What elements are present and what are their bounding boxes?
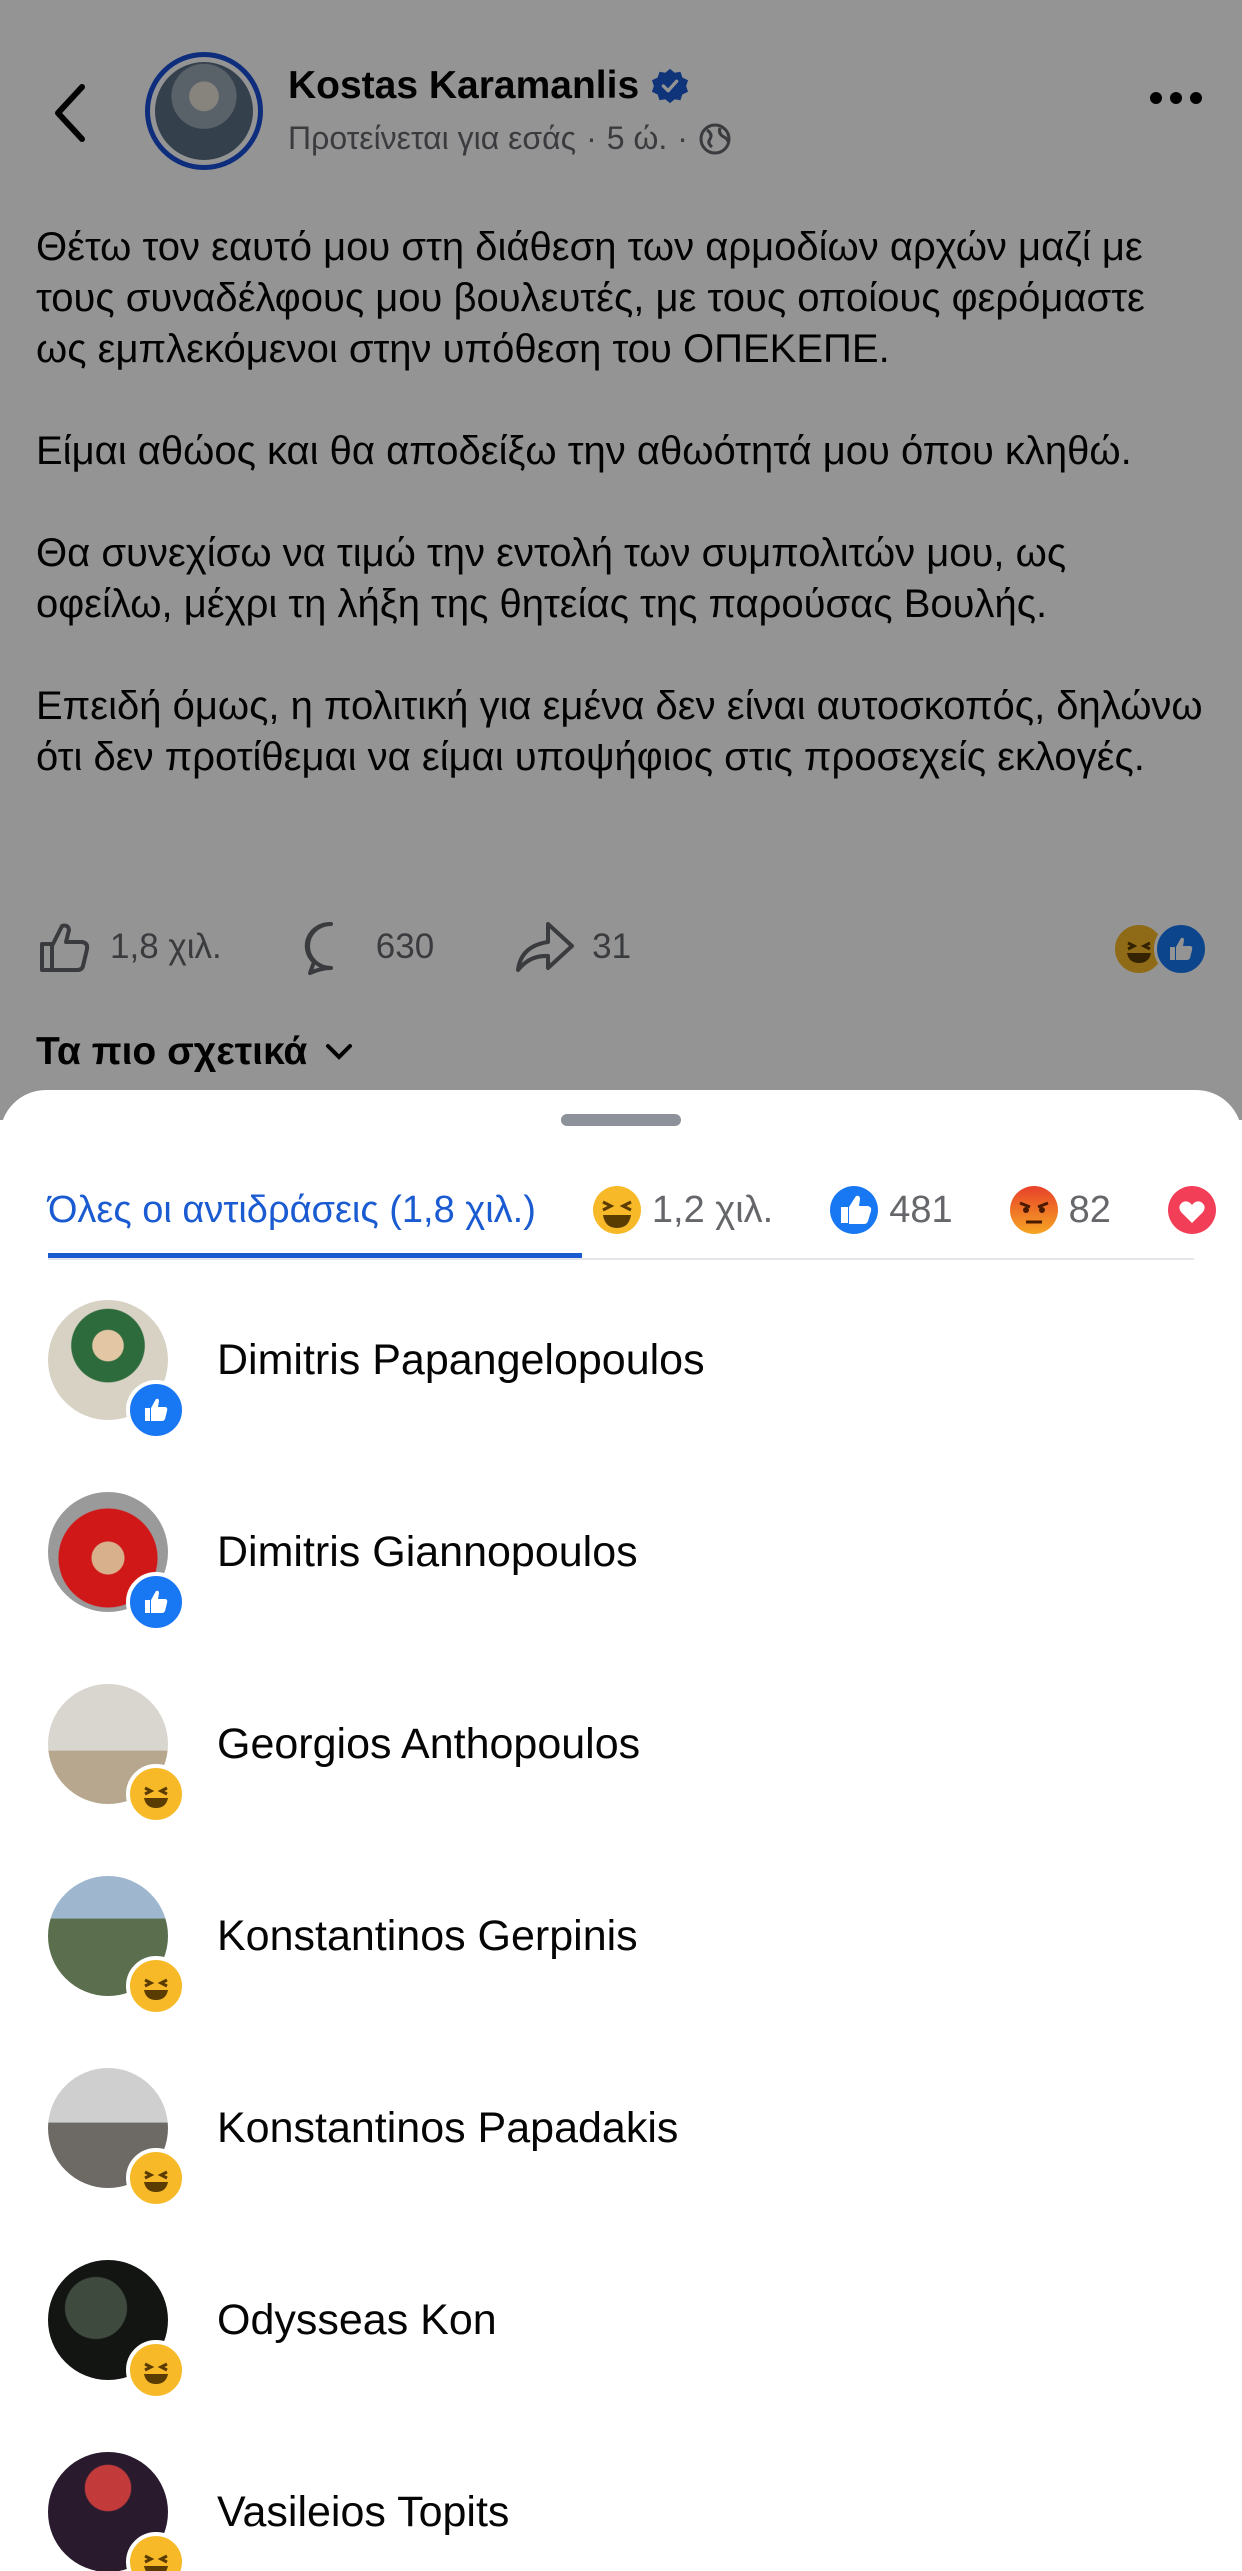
reactor-name[interactable]: Georgios Anthopoulos xyxy=(217,1720,640,1769)
dim-overlay[interactable] xyxy=(0,0,1242,1120)
haha-badge-icon xyxy=(126,2340,186,2400)
tab-label: 82 xyxy=(1068,1188,1111,1231)
reactor-name[interactable]: Dimitris Giannopoulos xyxy=(217,1528,638,1577)
reactions-sheet: Όλες οι αντιδράσεις (1,8 χιλ.) 1,2 χιλ. … xyxy=(0,1090,1242,2571)
tab-angry[interactable]: 82 xyxy=(1009,1170,1111,1250)
reactor-name[interactable]: Konstantinos Papadakis xyxy=(217,2104,678,2153)
tab-haha[interactable]: 1,2 χιλ. xyxy=(592,1170,773,1250)
post: Kostas Karamanlis Προτείνεται για εσάς ·… xyxy=(0,0,1242,1120)
list-item[interactable]: Vasileios Topits xyxy=(0,2452,1242,2571)
tabs-divider xyxy=(48,1258,1194,1260)
reactor-name[interactable]: Dimitris Papangelopoulos xyxy=(217,1336,705,1385)
reactors-list: Dimitris Papangelopoulos Dimitris Gianno… xyxy=(0,1300,1242,2571)
list-item[interactable]: Dimitris Papangelopoulos xyxy=(0,1300,1242,1492)
list-item[interactable]: Konstantinos Papadakis xyxy=(0,2068,1242,2260)
tab-label: Όλες οι αντιδράσεις (1,8 χιλ.) xyxy=(48,1188,536,1231)
like-emoji-icon xyxy=(830,1186,879,1234)
reactor-name[interactable]: Konstantinos Gerpinis xyxy=(217,1912,638,1961)
haha-badge-icon xyxy=(126,2148,186,2208)
haha-badge-icon xyxy=(126,1956,186,2016)
reaction-tabs: Όλες οι αντιδράσεις (1,8 χιλ.) 1,2 χιλ. … xyxy=(48,1170,1242,1250)
haha-emoji-icon xyxy=(592,1186,641,1234)
tab-like[interactable]: 481 xyxy=(829,1170,953,1250)
sheet-grabber[interactable] xyxy=(561,1114,681,1126)
tab-label: 481 xyxy=(889,1188,953,1231)
like-badge-icon xyxy=(126,1572,186,1632)
haha-badge-icon xyxy=(126,1764,186,1824)
angry-emoji-icon xyxy=(1009,1186,1058,1234)
like-badge-icon xyxy=(126,1380,186,1440)
list-item[interactable]: Odysseas Kon xyxy=(0,2260,1242,2452)
tab-label: 1,2 χιλ. xyxy=(651,1188,774,1231)
love-emoji-icon xyxy=(1167,1186,1216,1234)
list-item[interactable]: Konstantinos Gerpinis xyxy=(0,1876,1242,2068)
reactor-name[interactable]: Vasileios Topits xyxy=(217,2488,509,2537)
tab-all-reactions[interactable]: Όλες οι αντιδράσεις (1,8 χιλ.) xyxy=(48,1170,536,1250)
reactor-name[interactable]: Odysseas Kon xyxy=(217,2296,497,2345)
tab-love[interactable] xyxy=(1167,1170,1217,1250)
list-item[interactable]: Georgios Anthopoulos xyxy=(0,1684,1242,1876)
list-item[interactable]: Dimitris Giannopoulos xyxy=(0,1492,1242,1684)
